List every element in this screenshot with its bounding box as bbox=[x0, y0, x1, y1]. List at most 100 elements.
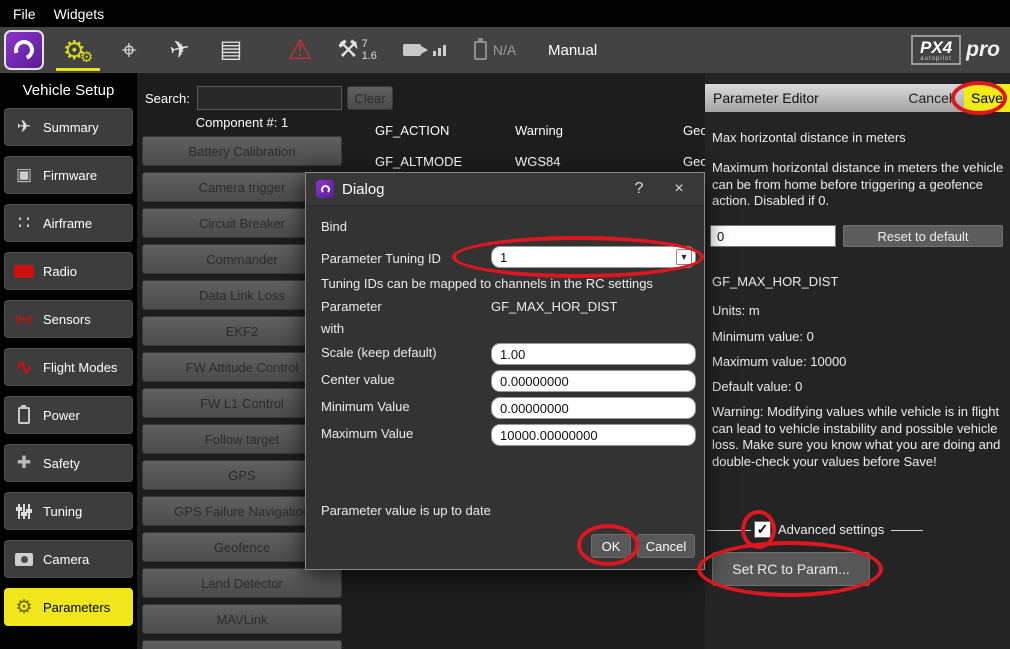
sidebar-item-safety[interactable]: ✚ Safety bbox=[4, 444, 133, 482]
param-default-line: Default value: 0 bbox=[712, 379, 802, 394]
warning-triangle-icon: ⚠ bbox=[287, 36, 312, 64]
editor-cancel-button[interactable]: Cancel bbox=[896, 84, 964, 112]
group-land-detector[interactable]: Land Detector bbox=[142, 568, 342, 598]
toolbar-warning-indicator[interactable]: ⚠ bbox=[272, 27, 328, 73]
toolbar-tools-indicator[interactable]: ⚒ 7 1.6 bbox=[328, 27, 386, 73]
dialog-ok-button[interactable]: OK bbox=[591, 534, 631, 558]
param-row-gf-action[interactable]: GF_ACTION Warning Geo bbox=[137, 123, 705, 139]
sidebar-item-airframe[interactable]: ∷ Airframe bbox=[4, 204, 133, 242]
tools-version: 1.6 bbox=[362, 50, 377, 62]
sidebar-item-sensors[interactable]: ((●)) Sensors bbox=[4, 300, 133, 338]
sidebar-item-tuning[interactable]: Tuning bbox=[4, 492, 133, 530]
toolbar-plan-button[interactable]: ✈ bbox=[154, 27, 206, 73]
sidebar-item-label: Tuning bbox=[43, 504, 82, 519]
group-partial[interactable] bbox=[142, 640, 342, 649]
parameter-label-line1: Parameter bbox=[321, 299, 382, 314]
menu-bar: File Widgets bbox=[0, 0, 1010, 27]
checklist-icon: ▤ bbox=[220, 38, 243, 62]
search-input[interactable] bbox=[197, 86, 342, 110]
sidebar-item-summary[interactable]: ✈ Summary bbox=[4, 108, 133, 146]
param-name: GF_ALTMODE bbox=[375, 154, 462, 169]
editor-save-button[interactable]: Save bbox=[964, 84, 1010, 112]
flight-warning-text: Warning: Modifying values while vehicle … bbox=[712, 404, 1006, 470]
dialog-cancel-button[interactable]: Cancel bbox=[637, 534, 695, 558]
sidebar-item-camera[interactable]: Camera bbox=[4, 540, 133, 578]
group-mavlink[interactable]: MAVLink bbox=[142, 604, 342, 634]
sidebar-item-radio[interactable]: Radio bbox=[4, 252, 133, 290]
param-max-line: Maximum value: 10000 bbox=[712, 354, 846, 369]
maximum-value-input[interactable] bbox=[491, 424, 696, 446]
sidebar-item-label: Flight Modes bbox=[43, 360, 117, 375]
param-name-label: GF_MAX_HOR_DIST bbox=[712, 274, 838, 289]
gear-small-icon: ⚙ bbox=[80, 50, 93, 65]
bind-label: Bind bbox=[321, 219, 347, 234]
px4-logo-pro: pro bbox=[966, 38, 1000, 62]
dialog-title-bar[interactable]: Dialog ? × bbox=[306, 173, 704, 206]
power-battery-icon bbox=[11, 407, 37, 424]
plane-icon: ✈ bbox=[11, 117, 37, 137]
tuning-id-label: Parameter Tuning ID bbox=[321, 251, 441, 266]
px4-logo-sub: autopilot bbox=[920, 56, 952, 62]
menu-widgets[interactable]: Widgets bbox=[45, 6, 114, 22]
video-camera-icon bbox=[403, 44, 421, 56]
reset-to-default-button[interactable]: Reset to default bbox=[843, 225, 1003, 247]
sidebar-item-label: Safety bbox=[43, 456, 80, 471]
dialog-title: Dialog bbox=[342, 181, 385, 198]
parameter-editor-title: Parameter Editor bbox=[705, 90, 819, 106]
minimum-value-label: Minimum Value bbox=[321, 399, 410, 414]
camera-icon bbox=[11, 553, 37, 566]
toolbar-vehicle-setup-button[interactable]: ⚙ ⚙ bbox=[52, 27, 104, 73]
toolbar-gps-button[interactable]: ⌖ bbox=[104, 27, 154, 73]
dialog-close-button[interactable]: × bbox=[664, 180, 694, 198]
sidebar-item-label: Radio bbox=[43, 264, 77, 279]
rc-to-param-dialog: Dialog ? × Bind Parameter Tuning ID 1 ▼ … bbox=[305, 172, 705, 570]
battery-status-text: N/A bbox=[493, 42, 516, 58]
param-status-text: Parameter value is up to date bbox=[321, 503, 491, 518]
sidebar-item-list: ✈ Summary ▣ Firmware ∷ Airframe Radio ((… bbox=[4, 108, 133, 626]
tuning-id-value: 1 bbox=[500, 250, 676, 265]
qgc-mini-logo-icon bbox=[316, 180, 334, 198]
param-name: GF_ACTION bbox=[375, 123, 449, 138]
toolbar: ⚙ ⚙ ⌖ ✈ ▤ ⚠ ⚒ 7 1.6 N/A Manual PX4 autop… bbox=[0, 27, 1010, 73]
sidebar-item-parameters[interactable]: ⚙ Parameters bbox=[4, 588, 133, 626]
sidebar-item-label: Firmware bbox=[43, 168, 97, 183]
signal-bars-icon bbox=[433, 45, 446, 56]
sidebar-item-flight-modes[interactable]: ∿ Flight Modes bbox=[4, 348, 133, 386]
qgc-logo-icon[interactable] bbox=[4, 30, 44, 70]
tools-count: 7 bbox=[362, 38, 377, 50]
param-short-description: Max horizontal distance in meters bbox=[712, 130, 906, 145]
set-rc-to-param-button[interactable]: Set RC to Param... bbox=[712, 552, 870, 586]
active-tab-underline bbox=[56, 68, 100, 71]
param-row-gf-altmode[interactable]: GF_ALTMODE WGS84 Geo bbox=[137, 154, 705, 170]
param-value: WGS84 bbox=[515, 154, 561, 169]
toolbar-video-indicator[interactable] bbox=[392, 27, 456, 73]
sidebar-item-firmware[interactable]: ▣ Firmware bbox=[4, 156, 133, 194]
dialog-help-button[interactable]: ? bbox=[622, 180, 656, 198]
tuning-id-dropdown[interactable]: 1 ▼ bbox=[491, 246, 696, 268]
toolbar-battery-indicator[interactable]: N/A bbox=[462, 27, 528, 73]
sidebar-item-power[interactable]: Power bbox=[4, 396, 133, 434]
px4-logo-box: PX4 autopilot bbox=[911, 35, 961, 65]
param-long-description: Maximum horizontal distance in meters th… bbox=[712, 160, 1005, 210]
clear-button[interactable]: Clear bbox=[347, 86, 393, 110]
flight-mode-indicator[interactable]: Manual bbox=[548, 42, 597, 59]
parameter-editor-panel: Parameter Editor Cancel Save Max horizon… bbox=[705, 73, 1010, 649]
minimum-value-input[interactable] bbox=[491, 397, 696, 419]
center-value-input[interactable] bbox=[491, 370, 696, 392]
px4-logo: PX4 autopilot pro bbox=[911, 35, 1000, 65]
vehicle-setup-sidebar: Vehicle Setup ✈ Summary ▣ Firmware ∷ Air… bbox=[0, 73, 137, 649]
menu-file[interactable]: File bbox=[4, 6, 45, 22]
sidebar-item-label: Power bbox=[43, 408, 80, 423]
tuning-sliders-icon bbox=[11, 504, 37, 519]
param-value-input[interactable] bbox=[710, 225, 836, 247]
scale-input[interactable] bbox=[491, 343, 696, 365]
search-label: Search: bbox=[145, 91, 190, 106]
sensors-icon: ((●)) bbox=[11, 314, 37, 324]
sidebar-item-label: Summary bbox=[43, 120, 99, 135]
toolbar-checklist-button[interactable]: ▤ bbox=[206, 27, 256, 73]
center-value-label: Center value bbox=[321, 372, 395, 387]
chevron-down-icon[interactable]: ▼ bbox=[676, 249, 692, 265]
param-value: Warning bbox=[515, 123, 563, 138]
px4-logo-main: PX4 bbox=[920, 39, 952, 56]
advanced-settings-checkbox[interactable]: ✓ bbox=[754, 521, 771, 538]
